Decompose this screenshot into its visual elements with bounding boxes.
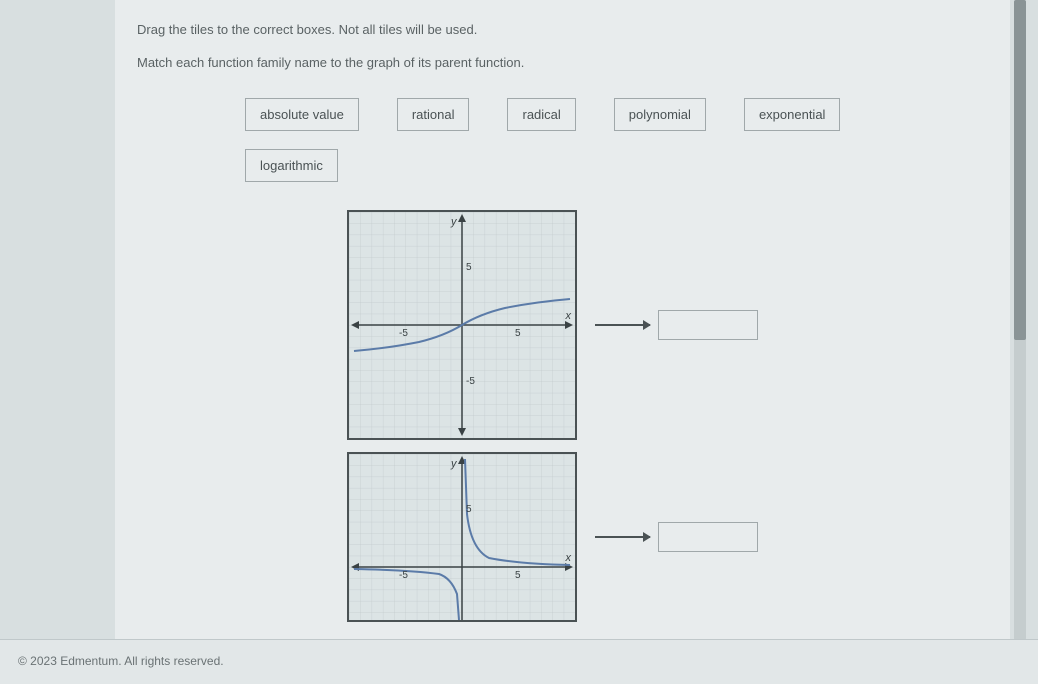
tile-radical[interactable]: radical — [507, 98, 575, 131]
tiles-row-2: logarithmic — [245, 149, 988, 182]
tile-absolute-value[interactable]: absolute value — [245, 98, 359, 131]
x-tick-neg5-2: -5 — [399, 570, 408, 581]
y-tick-pos5-2: 5 — [466, 504, 472, 515]
instruction-primary: Drag the tiles to the correct boxes. Not… — [137, 22, 988, 37]
x-tick-pos5-2: 5 — [515, 570, 521, 581]
drop-zone-1[interactable] — [658, 310, 758, 340]
x-tick-neg5: -5 — [399, 328, 408, 339]
graph-svg-1 — [349, 212, 575, 438]
graphs-section: y x 5 -5 -5 5 — [347, 210, 988, 622]
x-tick-pos5: 5 — [515, 328, 521, 339]
x-axis-label: x — [566, 310, 572, 322]
tiles-row-1: absolute value rational radical polynomi… — [245, 98, 988, 131]
graph-svg-2 — [349, 454, 575, 620]
graph-cube-root: y x 5 -5 -5 5 — [347, 210, 577, 440]
y-tick-pos5: 5 — [466, 262, 472, 273]
y-axis-label-2: y — [451, 458, 457, 470]
x-axis-label-2: x — [566, 552, 572, 564]
question-panel: Drag the tiles to the correct boxes. Not… — [115, 0, 1010, 639]
footer: © 2023 Edmentum. All rights reserved. — [0, 639, 1038, 684]
drop-zone-2[interactable] — [658, 522, 758, 552]
tile-rational[interactable]: rational — [397, 98, 470, 131]
arrow-icon — [595, 536, 650, 538]
tile-polynomial[interactable]: polynomial — [614, 98, 706, 131]
scrollbar-vertical[interactable] — [1014, 0, 1026, 640]
instruction-secondary: Match each function family name to the g… — [137, 55, 988, 70]
graph-reciprocal: y x 5 -5 5 — [347, 452, 577, 622]
y-axis-label: y — [451, 216, 457, 228]
scroll-thumb[interactable] — [1014, 0, 1026, 340]
graph-row-2: y x 5 -5 5 — [347, 452, 988, 622]
graph-row-1: y x 5 -5 -5 5 — [347, 210, 988, 440]
tile-exponential[interactable]: exponential — [744, 98, 841, 131]
arrow-icon — [595, 324, 650, 326]
y-tick-neg5: -5 — [466, 376, 475, 387]
tile-logarithmic[interactable]: logarithmic — [245, 149, 338, 182]
copyright-text: © 2023 Edmentum. All rights reserved. — [18, 654, 224, 668]
